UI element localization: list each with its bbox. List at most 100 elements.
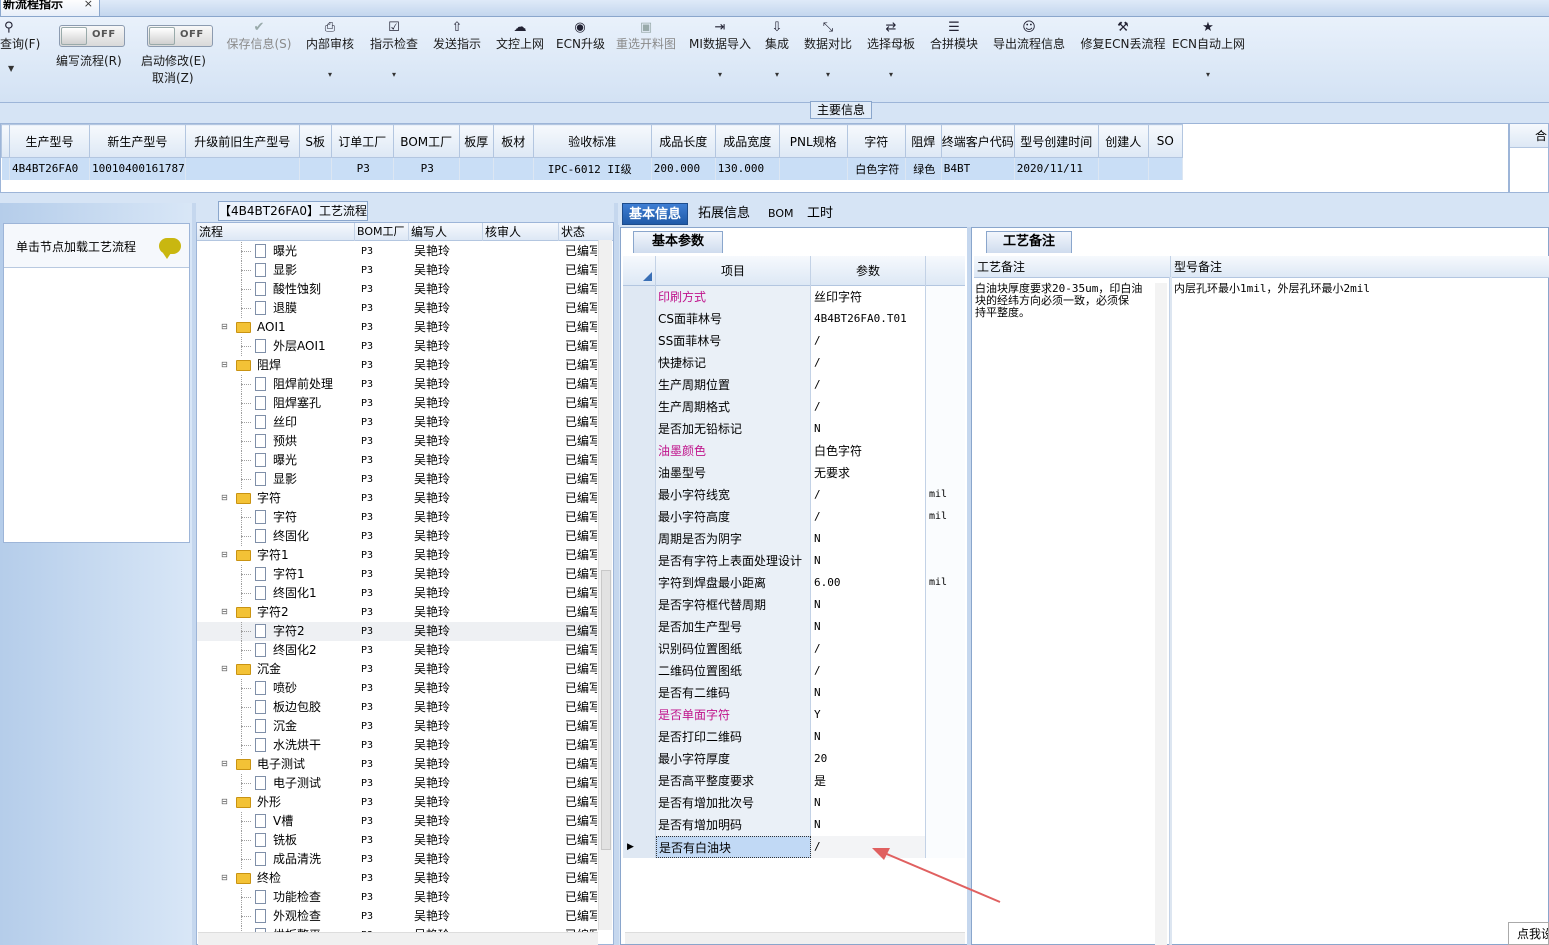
ribbon-button-smile[interactable]: ☺ 导出流程信息 [991, 17, 1067, 103]
param-row[interactable]: 是否有字符上表面处理设计 N [623, 550, 965, 572]
param-value-field[interactable]: / [811, 484, 926, 506]
cell[interactable] [185, 157, 300, 180]
col-header[interactable]: 生产型号 [9, 124, 90, 158]
query-button[interactable]: ⚲ 查询(F) ▼ [0, 17, 50, 103]
param-value-field[interactable]: 无要求 [811, 462, 926, 484]
col-header[interactable]: 新生产型号 [89, 124, 186, 158]
param-row[interactable]: 最小字符线宽 / mil [623, 484, 965, 506]
param-value-field[interactable]: N [811, 682, 926, 704]
collapse-icon[interactable]: ⊟ [221, 665, 229, 674]
tree-row[interactable]: 退膜 P3 吴艳玲 已编写 [197, 299, 597, 318]
cell[interactable]: P3 [393, 157, 460, 180]
model-remark-text[interactable]: 内层孔环最小1mil，外层孔环最小2mil [1174, 283, 1544, 295]
tree-row[interactable]: 字符 P3 吴艳玲 已编写 [197, 508, 597, 527]
collapse-icon[interactable]: ⊟ [221, 798, 229, 807]
tree-row[interactable]: 显影 P3 吴艳玲 已编写 [197, 261, 597, 280]
chevron-down-icon[interactable]: ▾ [1172, 69, 1244, 81]
tree-row[interactable]: 预烘 P3 吴艳玲 已编写 [197, 432, 597, 451]
col-header[interactable]: 阻焊 [904, 124, 942, 158]
param-value-field[interactable]: N [811, 814, 926, 836]
document-tab[interactable]: 新流程指示 × [0, 0, 100, 17]
param-row[interactable]: 识别码位置图纸 / [623, 638, 965, 660]
param-row[interactable]: 是否高平整度要求是 [623, 770, 965, 792]
tree-row[interactable]: ⊟ 电子测试 P3 吴艳玲 已编写 [197, 755, 597, 774]
col-header[interactable]: BOM工厂 [392, 124, 460, 158]
start-modify-toggle[interactable]: OFF [147, 25, 213, 47]
param-value-field[interactable]: / [811, 330, 926, 352]
param-row[interactable]: 油墨型号 无要求 [623, 462, 965, 484]
param-value-field[interactable]: N [811, 726, 926, 748]
param-value-field[interactable]: 丝印字符 [811, 286, 926, 308]
param-row[interactable]: 字符到焊盘最小距离 6.00 mil [623, 572, 965, 594]
tree-vertical-scrollbar[interactable] [598, 240, 612, 930]
subtab-process-remarks[interactable]: 工艺备注 [986, 231, 1072, 253]
tree-row[interactable]: 终固化1 P3 吴艳玲 已编写 [197, 584, 597, 603]
chevron-down-icon[interactable]: ▾ [368, 69, 420, 81]
param-value-field[interactable]: 4B4BT26FA0.T01 [811, 308, 926, 330]
param-value-field[interactable]: N [811, 616, 926, 638]
ribbon-button-printer[interactable]: ⎙ 内部审核 ▾ [304, 17, 356, 103]
cell[interactable] [1148, 157, 1183, 180]
param-row[interactable]: 是否字符框代替周期 N [623, 594, 965, 616]
tree-row[interactable]: 阻焊塞孔 P3 吴艳玲 已编写 [197, 394, 597, 413]
tab-extended-info[interactable]: 拓展信息 [692, 203, 756, 225]
tree-row[interactable]: 曝光 P3 吴艳玲 已编写 [197, 451, 597, 470]
param-value-field[interactable]: / [811, 352, 926, 374]
param-row[interactable]: SS面菲林号 / [623, 330, 965, 352]
param-row[interactable]: 是否有增加明码 N [623, 814, 965, 836]
tree-row[interactable]: ⊟ 字符2 P3 吴艳玲 已编写 [197, 603, 597, 622]
chevron-down-icon[interactable]: ▾ [304, 69, 356, 81]
param-row[interactable]: CS面菲林号 4B4BT26FA0.T01 [623, 308, 965, 330]
ribbon-button-wrench[interactable]: ⚒ 修复ECN丢流程 [1077, 17, 1169, 103]
cell[interactable]: 4B4BT26FA0 [9, 157, 90, 180]
write-flow-toggle[interactable]: OFF [59, 25, 125, 47]
subtab-basic-params[interactable]: 基本参数 [633, 231, 723, 253]
tree-row[interactable]: 阻焊前处理 P3 吴艳玲 已编写 [197, 375, 597, 394]
tree-row[interactable]: 功能检查 P3 吴艳玲 已编写 [197, 888, 597, 907]
param-row[interactable]: 印刷方式 丝印字符 [623, 286, 965, 308]
tree-row[interactable]: ⊟ 外形 P3 吴艳玲 已编写 [197, 793, 597, 812]
col-header-status[interactable]: 状态 [559, 223, 613, 241]
param-value-field[interactable]: / [811, 396, 926, 418]
tree-row[interactable]: 水洗烘干 P3 吴艳玲 已编写 [197, 736, 597, 755]
tree-row[interactable]: ⊟ 字符1 P3 吴艳玲 已编写 [197, 546, 597, 565]
tree-row[interactable]: ⊟ 字符 P3 吴艳玲 已编写 [197, 489, 597, 508]
col-header[interactable]: 成品宽度 [714, 124, 780, 158]
tree-row[interactable]: 终固化2 P3 吴艳玲 已编写 [197, 641, 597, 660]
param-row[interactable]: 生产周期格式 / [623, 396, 965, 418]
cancel-button[interactable]: 取消(Z) [152, 69, 194, 86]
col-header[interactable]: SO [1147, 124, 1183, 158]
col-header[interactable]: 验收标准 [532, 124, 652, 158]
collapse-icon[interactable]: ⊟ [221, 323, 229, 332]
col-header[interactable]: S板 [298, 124, 332, 158]
cell[interactable]: 绿色 [905, 157, 942, 180]
tree-row[interactable]: ⊟ 终检 P3 吴艳玲 已编写 [197, 869, 597, 888]
param-row[interactable]: 生产周期位置 / [623, 374, 965, 396]
col-header[interactable]: 升级前旧生产型号 [184, 124, 300, 158]
tree-row[interactable]: 显影 P3 吴艳玲 已编写 [197, 470, 597, 489]
cell[interactable] [459, 157, 494, 180]
tree-row[interactable]: ⊟ 阻焊 P3 吴艳玲 已编写 [197, 356, 597, 375]
param-row[interactable]: 最小字符厚度 20 [623, 748, 965, 770]
tree-row[interactable]: V槽 P3 吴艳玲 已编写 [197, 812, 597, 831]
ribbon-button-upload[interactable]: ⇧ 发送指示 [431, 17, 483, 103]
ribbon-button-sign-in[interactable]: ⇥ MI数据导入 ▾ [688, 17, 752, 103]
param-value-field[interactable]: Y [811, 704, 926, 726]
param-row[interactable]: 是否加无铅标记 N [623, 418, 965, 440]
param-row[interactable]: 油墨颜色 白色字符 [623, 440, 965, 462]
param-row[interactable]: 最小字符高度 / mil [623, 506, 965, 528]
param-value-field[interactable]: N [811, 594, 926, 616]
param-row[interactable]: 是否有二维码 N [623, 682, 965, 704]
collapse-icon[interactable]: ⊟ [221, 494, 229, 503]
cell[interactable]: B4BT [941, 157, 1015, 180]
param-row[interactable]: 是否加生产型号 N [623, 616, 965, 638]
tree-row[interactable]: ⊟ 沉金 P3 吴艳玲 已编写 [197, 660, 597, 679]
collapse-icon[interactable]: ⊟ [221, 551, 229, 560]
collapse-icon[interactable]: ⊟ [221, 361, 229, 370]
tree-row[interactable]: 终固化 P3 吴艳玲 已编写 [197, 527, 597, 546]
param-row[interactable]: 快捷标记 / [623, 352, 965, 374]
param-value-field[interactable]: N [811, 792, 926, 814]
collapse-icon[interactable]: ⊟ [221, 608, 229, 617]
tree-row[interactable]: 板边包胶 P3 吴艳玲 已编写 [197, 698, 597, 717]
col-header-flow[interactable]: 流程 [197, 223, 355, 241]
